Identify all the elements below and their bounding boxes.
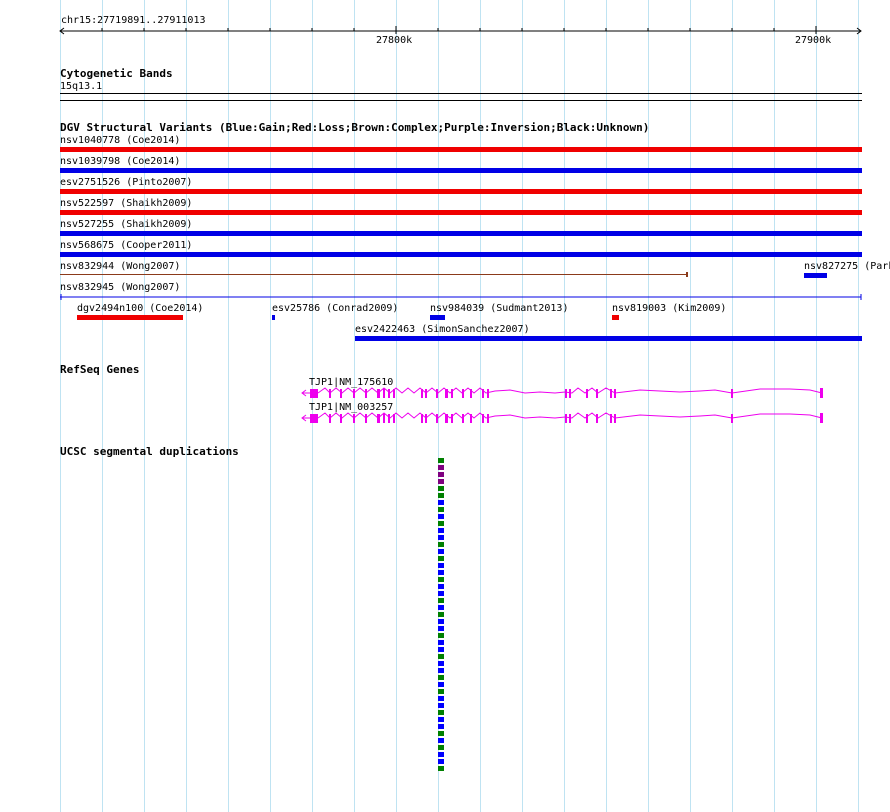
segdup-feature[interactable]: [438, 738, 444, 743]
segdup-feature[interactable]: [438, 563, 444, 568]
segdup-feature[interactable]: [438, 591, 444, 596]
segdup-feature[interactable]: [438, 766, 444, 771]
segdup-feature[interactable]: [438, 507, 444, 512]
segdup-feature[interactable]: [438, 689, 444, 694]
segdup-feature[interactable]: [438, 556, 444, 561]
segdup-feature[interactable]: [438, 486, 444, 491]
segdup-feature[interactable]: [438, 570, 444, 575]
segdup-feature[interactable]: [438, 605, 444, 610]
segdup-feature[interactable]: [438, 584, 444, 589]
segdup-feature[interactable]: [438, 710, 444, 715]
segdup-feature[interactable]: [438, 493, 444, 498]
segdup-feature[interactable]: [438, 521, 444, 526]
segdup-feature[interactable]: [438, 549, 444, 554]
segdup-feature[interactable]: [438, 598, 444, 603]
segdup-feature[interactable]: [438, 717, 444, 722]
segdup-feature[interactable]: [438, 668, 444, 673]
segdup-feature[interactable]: [438, 724, 444, 729]
segdup-feature[interactable]: [438, 465, 444, 470]
segdup-feature[interactable]: [438, 759, 444, 764]
segdup-feature[interactable]: [438, 675, 444, 680]
segdup-feature[interactable]: [438, 752, 444, 757]
segdup-feature[interactable]: [438, 633, 444, 638]
segdup-feature[interactable]: [438, 731, 444, 736]
segdup-feature[interactable]: [438, 528, 444, 533]
segdup-feature[interactable]: [438, 458, 444, 463]
segdup-feature[interactable]: [438, 661, 444, 666]
segdup-feature[interactable]: [438, 500, 444, 505]
segdup-feature[interactable]: [438, 472, 444, 477]
segdup-feature[interactable]: [438, 647, 444, 652]
segdup-feature[interactable]: [438, 654, 444, 659]
segdup-feature[interactable]: [438, 682, 444, 687]
segdup-feature[interactable]: [438, 703, 444, 708]
segdup-feature[interactable]: [438, 535, 444, 540]
segdup-feature[interactable]: [438, 542, 444, 547]
segdup-feature[interactable]: [438, 514, 444, 519]
segdup-feature[interactable]: [438, 479, 444, 484]
track-title-segdups: UCSC segmental duplications: [60, 445, 239, 458]
segdup-feature[interactable]: [438, 612, 444, 617]
segdup-feature[interactable]: [438, 577, 444, 582]
refseq-gene-models[interactable]: [0, 0, 890, 430]
segdup-feature[interactable]: [438, 696, 444, 701]
segdup-feature[interactable]: [438, 640, 444, 645]
segdup-feature[interactable]: [438, 619, 444, 624]
segdup-feature[interactable]: [438, 745, 444, 750]
segdup-feature[interactable]: [438, 626, 444, 631]
